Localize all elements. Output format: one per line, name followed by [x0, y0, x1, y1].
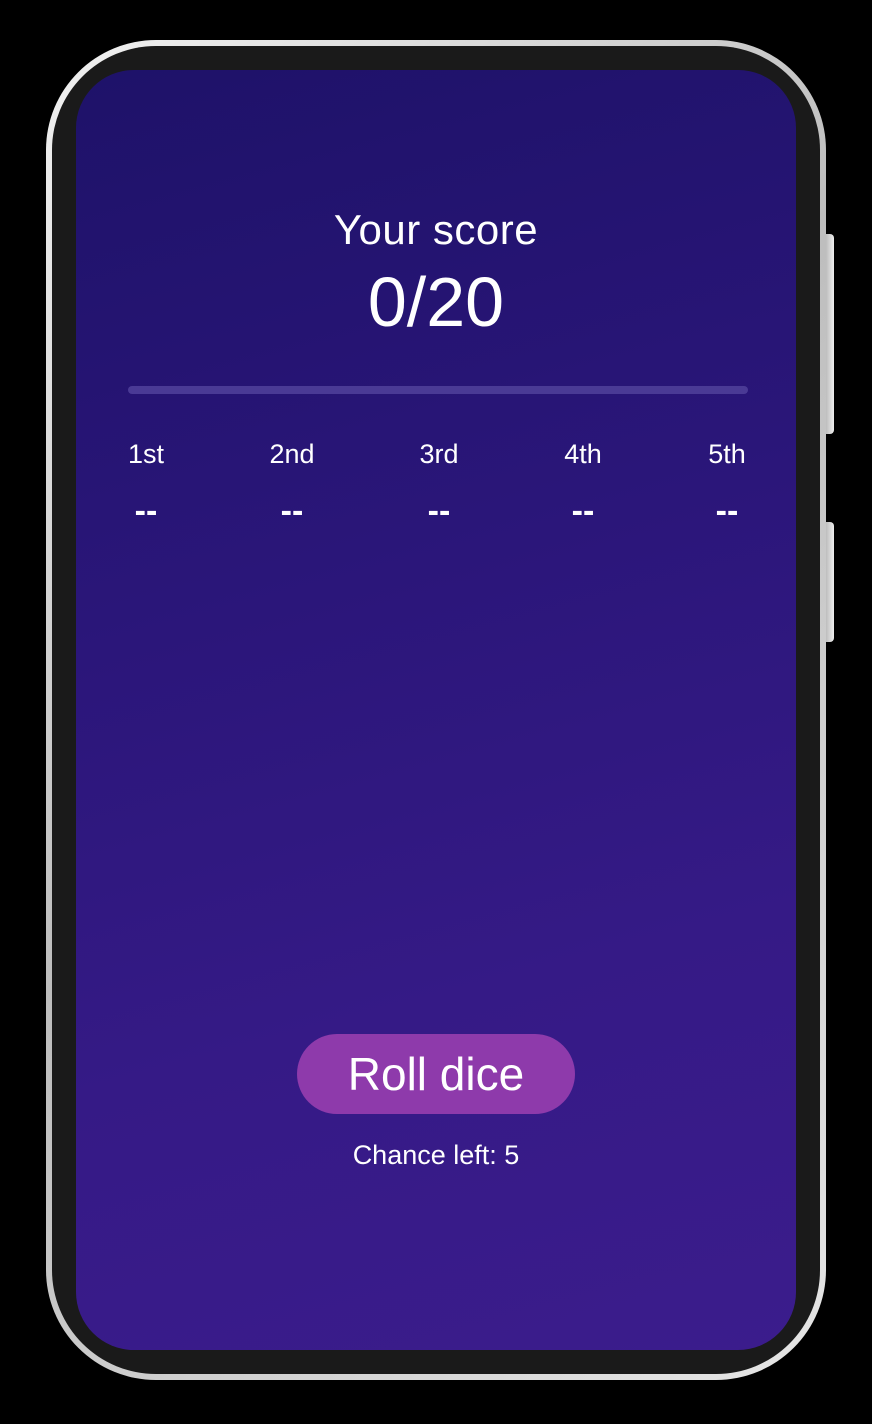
roll-value: -- [715, 492, 739, 530]
score-value: 0/20 [367, 263, 505, 341]
chance-left-text: Chance left: 5 [352, 1140, 520, 1170]
roll-slot-1: 1st -- [86, 436, 206, 530]
roll-label: 3rd [419, 439, 459, 469]
score-progress-bar [128, 386, 748, 394]
app-screen: Your score 0/20 1st -- 2nd -- 3rd -- 4th… [76, 70, 796, 1350]
roll-slot-2: 2nd -- [232, 436, 352, 530]
roll-slot-4: 4th -- [523, 436, 643, 530]
roll-value: -- [280, 492, 304, 530]
roll-results: 1st -- 2nd -- 3rd -- 4th -- 5th -- [76, 436, 796, 536]
score-title: Your score [333, 206, 539, 253]
roll-dice-button[interactable]: Roll dice [297, 1034, 575, 1114]
roll-label: 2nd [269, 439, 315, 469]
roll-value: -- [134, 492, 158, 530]
roll-value: -- [427, 492, 451, 530]
roll-value: -- [571, 492, 595, 530]
volume-button [826, 234, 834, 434]
roll-label: 1st [127, 439, 165, 469]
roll-label: 4th [564, 439, 602, 469]
power-button [826, 522, 834, 642]
roll-slot-3: 3rd -- [379, 436, 499, 530]
roll-label: 5th [708, 439, 746, 469]
roll-slot-5: 5th -- [667, 436, 787, 530]
